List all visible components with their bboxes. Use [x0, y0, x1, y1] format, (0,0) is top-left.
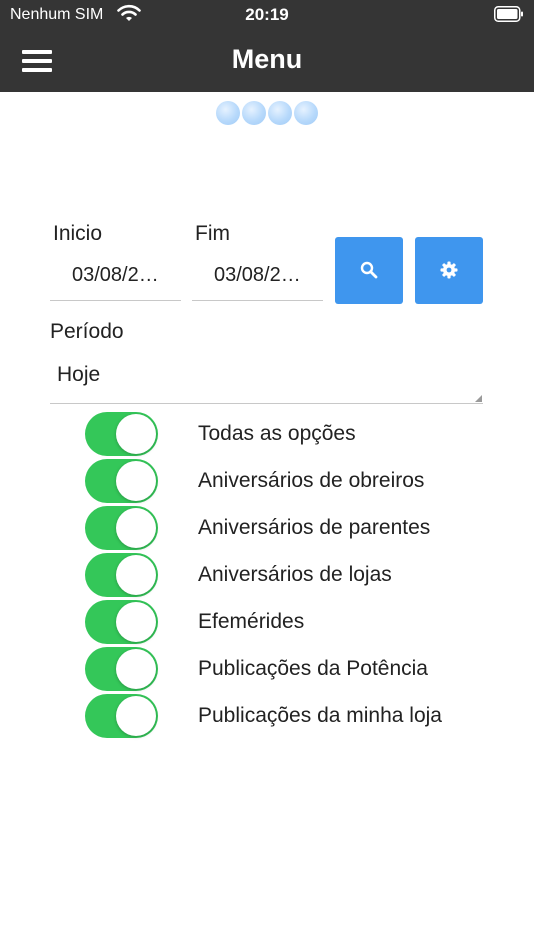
toggle-switch[interactable]	[85, 506, 158, 550]
pager-dot[interactable]	[268, 101, 292, 125]
toggle-row-aniversarios-parentes[interactable]: Aniversários de parentes	[85, 506, 505, 550]
toggle-label: Aniversários de lojas	[198, 563, 392, 586]
toggle-knob	[116, 508, 156, 548]
pager-dot[interactable]	[216, 101, 240, 125]
toggle-label: Efemérides	[198, 610, 305, 633]
toggle-row-aniversarios-obreiros[interactable]: Aniversários de obreiros	[85, 459, 505, 503]
toggle-knob	[116, 461, 156, 501]
period-select[interactable]: Hoje	[50, 350, 483, 404]
toggle-switch[interactable]	[85, 600, 158, 644]
pager-dot[interactable]	[242, 101, 266, 125]
toggle-label: Aniversários de obreiros	[198, 469, 425, 492]
app-header: Menu	[0, 30, 534, 92]
gear-icon	[440, 261, 458, 279]
toggle-row-publicacoes-potencia[interactable]: Publicações da Potência	[85, 647, 505, 691]
settings-button[interactable]	[415, 237, 483, 304]
search-icon	[360, 261, 378, 279]
search-button[interactable]	[335, 237, 403, 304]
status-time: 20:19	[245, 5, 289, 24]
toggle-knob	[116, 555, 156, 595]
toggle-switch[interactable]	[85, 553, 158, 597]
toggle-switch[interactable]	[85, 647, 158, 691]
toggle-row-efemerides[interactable]: Efemérides	[85, 600, 505, 644]
toggle-label: Aniversários de parentes	[198, 516, 431, 539]
toggle-knob	[116, 602, 156, 642]
start-date-label: Inicio	[53, 222, 103, 245]
toggle-label: Publicações da Potência	[198, 657, 428, 680]
page-title: Menu	[231, 44, 303, 74]
toggle-label: Todas as opções	[198, 422, 356, 445]
toggle-switch[interactable]	[85, 459, 158, 503]
pager-dot[interactable]	[294, 101, 318, 125]
toggle-label: Publicações da minha loja	[198, 704, 442, 727]
status-bar: Nenhum SIM 20:19	[0, 0, 534, 30]
toggle-knob	[116, 696, 156, 736]
toggle-knob	[116, 414, 156, 454]
end-date-field[interactable]	[192, 251, 323, 301]
pager-dots	[216, 101, 320, 127]
resize-corner-icon	[475, 395, 482, 402]
toggle-switch[interactable]	[85, 412, 158, 456]
toggle-row-aniversarios-lojas[interactable]: Aniversários de lojas	[85, 553, 505, 597]
toggle-row-todas[interactable]: Todas as opções	[85, 412, 505, 456]
battery-icon	[494, 6, 523, 22]
period-label: Período	[50, 320, 124, 343]
toggle-switch[interactable]	[85, 694, 158, 738]
end-date-label: Fim	[195, 222, 230, 245]
toggle-knob	[116, 649, 156, 689]
toggle-row-publicacoes-minha-loja[interactable]: Publicações da minha loja	[85, 694, 505, 738]
period-selected-value: Hoje	[57, 363, 101, 386]
start-date-field[interactable]	[50, 251, 181, 301]
